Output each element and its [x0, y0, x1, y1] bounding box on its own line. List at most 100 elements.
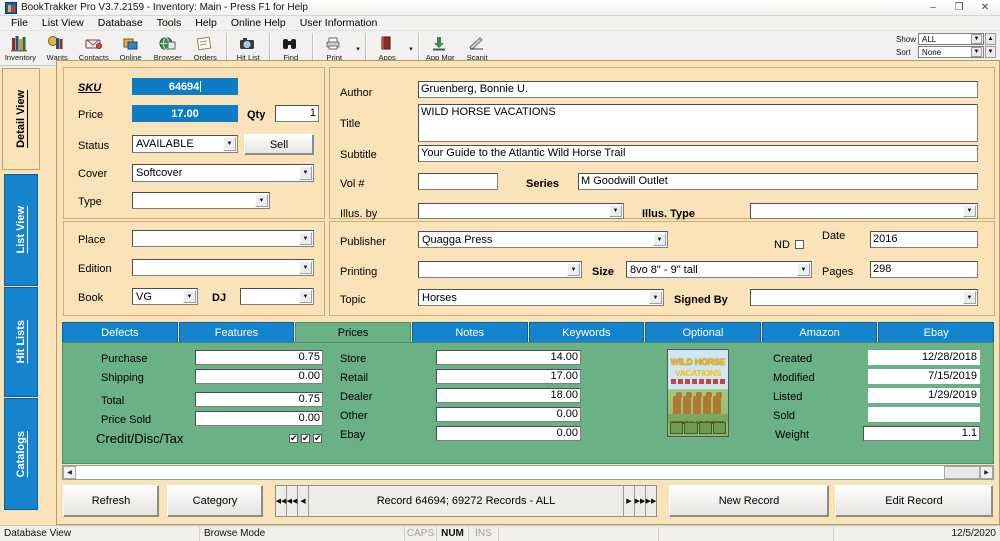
chevron-down-icon[interactable]: ▼: [299, 232, 312, 245]
close-icon[interactable]: ✕: [972, 0, 998, 16]
book-cover-thumbnail[interactable]: WILD HORSE VACATIONS BONNIE U. GRUENBERG: [667, 349, 729, 437]
menu-item-database[interactable]: Database: [91, 16, 150, 31]
tab-amazon[interactable]: Amazon: [761, 322, 878, 342]
price-field[interactable]: 17.00: [132, 105, 238, 122]
tab-optional[interactable]: Optional: [645, 322, 761, 342]
chevron-down-icon[interactable]: ▼: [299, 166, 312, 180]
sidebar-item-detail-view[interactable]: Detail View: [2, 68, 40, 170]
publisher-select[interactable]: Quagga Press ▼: [418, 231, 668, 248]
tab-keywords[interactable]: Keywords: [528, 322, 645, 342]
shipping-input[interactable]: 0.00: [195, 369, 323, 384]
scroll-left-icon[interactable]: ◀: [63, 466, 76, 479]
sidebar-item-list-view[interactable]: List View: [4, 174, 38, 286]
chevron-down-icon-2[interactable]: ▼: [971, 47, 982, 57]
menu-item-online-help[interactable]: Online Help: [224, 16, 293, 31]
nav-next-page-button[interactable]: ▶▶: [634, 486, 645, 516]
toolbar-button-inventory[interactable]: Inventory: [2, 32, 38, 65]
chevron-down-icon[interactable]: ▼: [797, 263, 810, 276]
book-condition-select[interactable]: VG ▼: [132, 288, 198, 305]
scrollbar-thumb[interactable]: [944, 466, 980, 479]
menu-item-list-view[interactable]: List View: [35, 16, 91, 31]
minimize-icon[interactable]: –: [920, 0, 946, 16]
cover-select[interactable]: Softcover ▼: [132, 164, 314, 182]
menu-item-user-information[interactable]: User Information: [293, 16, 385, 31]
publication-group: Publisher Quagga Press ▼ ND Date 2016 Pr…: [329, 221, 995, 316]
nd-checkbox[interactable]: [795, 240, 804, 249]
credit-checkbox[interactable]: [289, 433, 298, 443]
chevron-down-icon[interactable]: ▼: [567, 263, 580, 276]
vol-input[interactable]: [418, 173, 498, 190]
pages-input[interactable]: 298: [870, 261, 978, 278]
chevron-down-icon[interactable]: ▼: [609, 205, 622, 217]
show-spin-up-icon[interactable]: ▲: [985, 33, 996, 45]
chevron-down-icon[interactable]: ▼: [649, 291, 662, 304]
sidebar-item-catalogs[interactable]: Catalogs: [4, 398, 38, 510]
illus-type-select[interactable]: ▼: [750, 203, 978, 219]
other-input[interactable]: 0.00: [436, 407, 581, 422]
chevron-down-icon[interactable]: ▼: [255, 194, 268, 207]
tab-label-features: Features: [214, 326, 259, 339]
sort-spin-down-icon[interactable]: ▼: [985, 46, 996, 58]
scroll-right-icon[interactable]: ▶: [980, 466, 993, 479]
title-input[interactable]: WILD HORSE VACATIONS: [418, 104, 978, 142]
chevron-down-icon[interactable]: ▼: [299, 290, 312, 303]
discount-checkbox[interactable]: [301, 433, 310, 443]
sell-button[interactable]: Sell: [244, 134, 314, 155]
retail-input[interactable]: 17.00: [436, 369, 581, 384]
tab-ebay[interactable]: Ebay: [878, 322, 994, 342]
chevron-down-icon[interactable]: ▼: [653, 233, 666, 246]
status-select[interactable]: AVAILABLE ▼: [132, 135, 238, 153]
refresh-button[interactable]: Refresh: [63, 485, 159, 517]
horizontal-scrollbar[interactable]: ◀ ▶: [62, 465, 994, 480]
subtitle-input[interactable]: Your Guide to the Atlantic Wild Horse Tr…: [418, 145, 978, 162]
nav-prev-page-button[interactable]: ◀◀: [287, 486, 298, 516]
tab-defects[interactable]: Defects: [62, 322, 178, 342]
total-input[interactable]: 0.75: [195, 392, 323, 407]
edition-select[interactable]: ▼: [132, 259, 314, 276]
series-input[interactable]: M Goodwill Outlet: [578, 173, 978, 190]
chevron-down-icon[interactable]: ▼: [971, 34, 982, 44]
menu-item-help[interactable]: Help: [188, 16, 224, 31]
tab-features[interactable]: Features: [178, 322, 295, 342]
illus-by-select[interactable]: ▼: [418, 203, 624, 219]
date-input[interactable]: 2016: [870, 231, 978, 248]
chevron-down-icon[interactable]: ▼: [299, 261, 312, 274]
nav-prev-button[interactable]: ◀: [298, 486, 309, 516]
nav-next-button[interactable]: ▶: [623, 486, 634, 516]
signed-by-select[interactable]: ▼: [750, 289, 978, 306]
chevron-down-icon[interactable]: ▼: [963, 205, 976, 217]
tab-prices[interactable]: Prices: [295, 322, 411, 342]
show-select[interactable]: ALL ▼: [918, 33, 984, 45]
tax-checkbox[interactable]: [313, 433, 322, 443]
tab-notes[interactable]: Notes: [411, 322, 528, 342]
type-select[interactable]: ▼: [132, 192, 270, 209]
printing-select[interactable]: ▼: [418, 261, 582, 278]
purchase-input[interactable]: 0.75: [195, 350, 323, 365]
dealer-input[interactable]: 18.00: [436, 388, 581, 403]
nav-last-button[interactable]: ▶▶: [645, 486, 656, 516]
category-button[interactable]: Category: [167, 485, 263, 517]
chevron-down-icon[interactable]: ▼: [223, 137, 236, 151]
chevron-down-icon[interactable]: ▼: [183, 290, 196, 303]
author-input[interactable]: Gruenberg, Bonnie U.: [418, 81, 978, 98]
menu-item-file[interactable]: File: [4, 16, 35, 31]
menu-item-tools[interactable]: Tools: [150, 16, 189, 31]
sidebar-item-hit-lists[interactable]: Hit Lists: [4, 287, 38, 397]
dj-select[interactable]: ▼: [240, 288, 314, 305]
price-sold-input[interactable]: 0.00: [195, 411, 323, 426]
place-select[interactable]: ▼: [132, 230, 314, 247]
weight-input[interactable]: 1.1: [863, 426, 980, 441]
chevron-down-icon[interactable]: ▼: [963, 291, 976, 304]
store-input[interactable]: 14.00: [436, 350, 581, 365]
ebay-price-input[interactable]: 0.00: [436, 426, 581, 441]
size-select[interactable]: 8vo 8" - 9" tall ▼: [626, 261, 812, 278]
qty-input[interactable]: 1: [275, 105, 319, 122]
scrollbar-track[interactable]: [76, 466, 980, 479]
new-record-button[interactable]: New Record: [669, 485, 829, 517]
edit-record-button[interactable]: Edit Record: [835, 485, 993, 517]
nav-first-button[interactable]: ◀◀: [276, 486, 287, 516]
maximize-icon[interactable]: ❐: [946, 0, 972, 16]
topic-select[interactable]: Horses ▼: [418, 289, 664, 306]
sku-field[interactable]: 64694: [132, 78, 238, 95]
sort-select[interactable]: None ▼: [918, 46, 984, 58]
